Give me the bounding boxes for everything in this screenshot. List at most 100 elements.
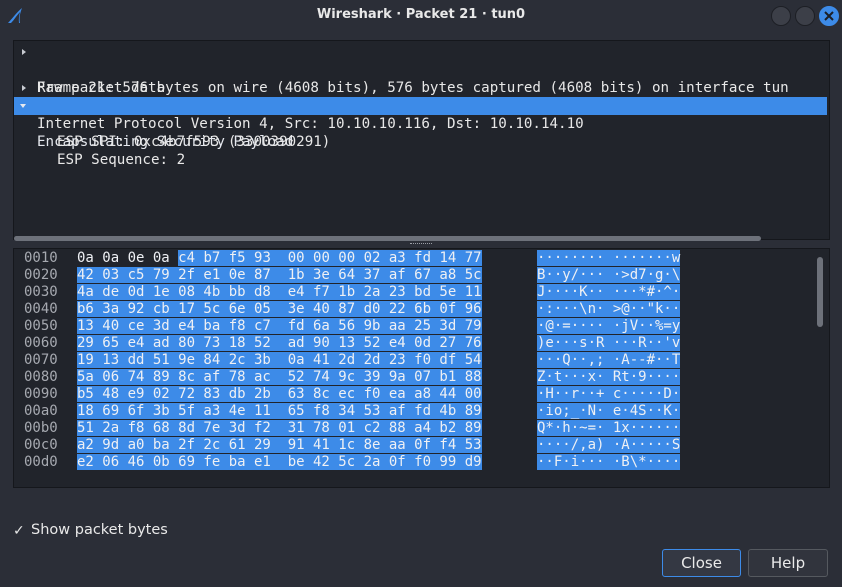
ascii-bytes[interactable]: ·H··r··+ c·····D·: [537, 386, 681, 403]
expand-arrow-icon[interactable]: [20, 84, 28, 92]
ascii-bytes[interactable]: J····K·· ···*#·^·: [537, 284, 681, 301]
hex-offset: 00c0: [24, 437, 58, 453]
hex-bytes-selected[interactable]: 4a de 0d 1e 08 4b bb d8 e4 f7 1b 2a 23 b…: [77, 284, 482, 300]
hex-bytes-selected[interactable]: 42 03 c5 79 2f e1 0e 87 1b 3e 64 37 af 6…: [77, 267, 482, 283]
window-title: Wireshark · Packet 21 · tun0: [316, 7, 526, 22]
packet-detail-tree[interactable]: Frame 21: 576 bytes on wire (4608 bits),…: [13, 40, 830, 240]
ascii-selected[interactable]: ·io;_·N· e·4S··K·: [537, 403, 681, 419]
ascii-selected[interactable]: Q*·h·~=· 1x······: [537, 420, 681, 436]
hex-bytes-unselected[interactable]: 0a 0a 0e 0a: [77, 250, 178, 266]
ascii-selected[interactable]: J····K·· ···*#·^·: [537, 284, 681, 300]
ascii-bytes[interactable]: ·@·=···· ·jV··%=y: [537, 318, 681, 335]
hex-bytes[interactable]: 51 2a f8 68 8d 7e 3d f2 31 78 01 c2 88 a…: [77, 420, 482, 437]
hex-bytes-selected[interactable]: 51 2a f8 68 8d 7e 3d f2 31 78 01 c2 88 a…: [77, 420, 482, 436]
hex-offset: 00a0: [24, 403, 58, 419]
collapse-arrow-icon[interactable]: [19, 102, 27, 110]
tree-row-raw[interactable]: Raw packet data: [14, 61, 827, 96]
ascii-selected[interactable]: ····/,a) ·A·····S: [537, 437, 681, 453]
hex-row[interactable]: 00a0 18 69 6f 3b 5f a3 4e 11 65 f8 34 53 …: [14, 403, 814, 420]
hex-offset: 0010: [24, 250, 58, 266]
hex-bytes[interactable]: 18 69 6f 3b 5f a3 4e 11 65 f8 34 53 af f…: [77, 403, 482, 420]
hex-row[interactable]: 00d0 e2 06 46 0b 69 fe ba e1 be 42 5c 2a …: [14, 454, 814, 471]
hex-row[interactable]: 0060 29 65 e4 ad 80 73 18 52 ad 90 13 52 …: [14, 335, 814, 352]
tree-row-frame[interactable]: Frame 21: 576 bytes on wire (4608 bits),…: [14, 43, 827, 96]
ascii-bytes[interactable]: ········ ·······w: [537, 250, 681, 267]
hex-bytes-selected[interactable]: e2 06 46 0b 69 fe ba e1 be 42 5c 2a 0f f…: [77, 454, 482, 470]
hex-row[interactable]: 0080 5a 06 74 89 8c af 78 ac 52 74 9c 39 …: [14, 369, 814, 386]
show-packet-bytes-checkbox[interactable]: Show packet bytes: [31, 522, 168, 538]
hex-offset: 0040: [24, 301, 58, 317]
ascii-selected[interactable]: ···Q··,; ·A--#··T: [537, 352, 681, 368]
tree-row-esp-sequence[interactable]: ESP Sequence: 2: [14, 133, 827, 168]
hex-bytes[interactable]: b6 3a 92 cb 17 5c 6e 05 3e 40 87 d0 22 6…: [77, 301, 482, 318]
hex-bytes[interactable]: 4a de 0d 1e 08 4b bb d8 e4 f7 1b 2a 23 b…: [77, 284, 482, 301]
hex-row[interactable]: 0030 4a de 0d 1e 08 4b bb d8 e4 f7 1b 2a …: [14, 284, 814, 301]
hex-bytes[interactable]: a2 9d a0 ba 2f 2c 61 29 91 41 1c 8e aa 0…: [77, 437, 482, 454]
hex-row[interactable]: 00b0 51 2a f8 68 8d 7e 3d f2 31 78 01 c2 …: [14, 420, 814, 437]
hex-row[interactable]: 0040 b6 3a 92 cb 17 5c 6e 05 3e 40 87 d0 …: [14, 301, 814, 318]
hex-offset: 00d0: [24, 454, 58, 470]
ascii-bytes[interactable]: )e···s·R ···R··'v: [537, 335, 681, 352]
hex-bytes[interactable]: 13 40 ce 3d e4 ba f8 c7 fd 6a 56 9b aa 2…: [77, 318, 482, 335]
hex-offset: 0060: [24, 335, 58, 351]
pane-splitter[interactable]: [410, 243, 432, 247]
hex-row[interactable]: 0050 13 40 ce 3d e4 ba f8 c7 fd 6a 56 9b …: [14, 318, 814, 335]
hex-row[interactable]: 0010 0a 0a 0e 0a c4 b7 f5 93 00 00 00 02 …: [14, 250, 814, 267]
hex-bytes-selected[interactable]: 13 40 ce 3d e4 ba f8 c7 fd 6a 56 9b aa 2…: [77, 318, 482, 334]
ascii-selected[interactable]: ·:···\n· >@··"k··: [537, 301, 681, 317]
checkmark-icon[interactable]: ✓: [13, 523, 25, 539]
hex-bytes[interactable]: 42 03 c5 79 2f e1 0e 87 1b 3e 64 37 af 6…: [77, 267, 482, 284]
hex-bytes-selected[interactable]: a2 9d a0 ba 2f 2c 61 29 91 41 1c 8e aa 0…: [77, 437, 482, 453]
hex-bytes-selected[interactable]: b6 3a 92 cb 17 5c 6e 05 3e 40 87 d0 22 6…: [77, 301, 482, 317]
hex-bytes-selected[interactable]: 19 13 dd 51 9e 84 2c 3b 0a 41 2d 2d 23 f…: [77, 352, 482, 368]
hex-row[interactable]: 00c0 a2 9d a0 ba 2f 2c 61 29 91 41 1c 8e …: [14, 437, 814, 454]
minimize-icon[interactable]: [771, 6, 791, 26]
ascii-bytes[interactable]: ····/,a) ·A·····S: [537, 437, 681, 454]
hex-bytes[interactable]: 19 13 dd 51 9e 84 2c 3b 0a 41 2d 2d 23 f…: [77, 352, 482, 369]
hex-bytes[interactable]: 29 65 e4 ad 80 73 18 52 ad 90 13 52 e4 0…: [77, 335, 482, 352]
close-button[interactable]: Close: [662, 549, 741, 577]
maximize-icon[interactable]: [795, 6, 815, 26]
hex-offset: 00b0: [24, 420, 58, 436]
hex-bytes-selected[interactable]: 5a 06 74 89 8c af 78 ac 52 74 9c 39 9a 0…: [77, 369, 482, 385]
ascii-selected[interactable]: ········ ·······w: [537, 250, 681, 266]
tree-row-ipv4[interactable]: Internet Protocol Version 4, Src: 10.10.…: [14, 79, 827, 132]
ascii-bytes[interactable]: ·io;_·N· e·4S··K·: [537, 403, 681, 420]
expand-arrow-icon[interactable]: [20, 48, 28, 56]
hex-bytes[interactable]: e2 06 46 0b 69 fe ba e1 be 42 5c 2a 0f f…: [77, 454, 482, 471]
hex-bytes[interactable]: 0a 0a 0e 0a c4 b7 f5 93 00 00 00 02 a3 f…: [77, 250, 482, 267]
hex-bytes-selected[interactable]: 18 69 6f 3b 5f a3 4e 11 65 f8 34 53 af f…: [77, 403, 482, 419]
ascii-selected[interactable]: B··y/··· ·>d7·g·\: [537, 267, 681, 283]
ascii-selected[interactable]: ·H··r··+ c·····D·: [537, 386, 681, 402]
tree-row-label: ESP Sequence: 2: [57, 152, 186, 168]
hex-offset: 0020: [24, 267, 58, 283]
ascii-bytes[interactable]: ··F·i··· ·B\*····: [537, 454, 681, 471]
tree-row-esp[interactable]: Encapsulating Security Payload: [14, 97, 827, 150]
hex-bytes[interactable]: b5 48 e9 02 72 83 db 2b 63 8c ec f0 ea a…: [77, 386, 482, 403]
horizontal-scrollbar[interactable]: [14, 236, 761, 241]
hex-row[interactable]: 0090 b5 48 e9 02 72 83 db 2b 63 8c ec f0 …: [14, 386, 814, 403]
hex-offset: 0070: [24, 352, 58, 368]
ascii-bytes[interactable]: ·:···\n· >@··"k··: [537, 301, 681, 318]
hex-bytes-selected[interactable]: c4 b7 f5 93 00 00 00 02 a3 fd 14 77: [178, 250, 482, 266]
close-icon[interactable]: [819, 6, 839, 26]
hex-bytes[interactable]: 5a 06 74 89 8c af 78 ac 52 74 9c 39 9a 0…: [77, 369, 482, 386]
ascii-bytes[interactable]: ···Q··,; ·A--#··T: [537, 352, 681, 369]
title-bar: Wireshark · Packet 21 · tun0: [0, 0, 842, 30]
packet-bytes-pane[interactable]: 0010 0a 0a 0e 0a c4 b7 f5 93 00 00 00 02 …: [13, 248, 830, 488]
ascii-selected[interactable]: )e···s·R ···R··'v: [537, 335, 681, 351]
ascii-bytes[interactable]: Q*·h·~=· 1x······: [537, 420, 681, 437]
vertical-scrollbar[interactable]: [817, 257, 823, 327]
ascii-bytes[interactable]: Z·t···x· Rt·9····: [537, 369, 681, 386]
ascii-selected[interactable]: ·@·=···· ·jV··%=y: [537, 318, 681, 334]
hex-row[interactable]: 0070 19 13 dd 51 9e 84 2c 3b 0a 41 2d 2d …: [14, 352, 814, 369]
ascii-bytes[interactable]: B··y/··· ·>d7·g·\: [537, 267, 681, 284]
help-button[interactable]: Help: [748, 549, 828, 577]
ascii-selected[interactable]: Z·t···x· Rt·9····: [537, 369, 681, 385]
hex-row[interactable]: 0020 42 03 c5 79 2f e1 0e 87 1b 3e 64 37 …: [14, 267, 814, 284]
hex-bytes-selected[interactable]: b5 48 e9 02 72 83 db 2b 63 8c ec f0 ea a…: [77, 386, 482, 402]
hex-offset: 0090: [24, 386, 58, 402]
tree-row-esp-spi[interactable]: ESP SPI: 0xc4b7f593 (3300390291): [14, 115, 827, 150]
hex-bytes-selected[interactable]: 29 65 e4 ad 80 73 18 52 ad 90 13 52 e4 0…: [77, 335, 482, 351]
ascii-selected[interactable]: ··F·i··· ·B\*····: [537, 454, 681, 470]
